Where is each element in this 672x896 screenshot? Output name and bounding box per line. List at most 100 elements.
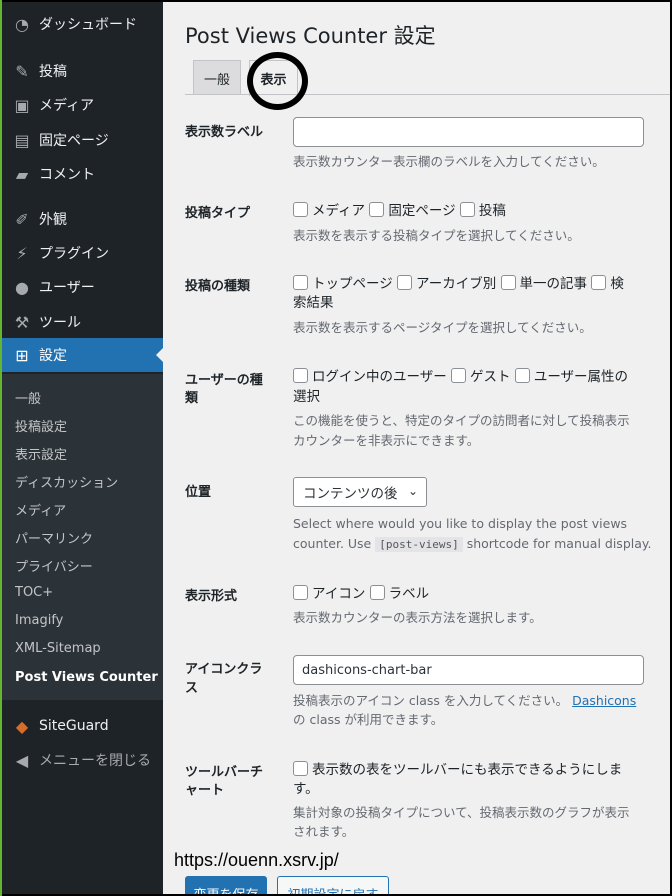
collapse-icon: ◀ [15,750,29,770]
checkbox[interactable] [500,275,516,290]
checkbox[interactable] [293,585,308,600]
option-label: トップページ [312,276,393,292]
submenu-privacy[interactable]: プライバシー [15,556,93,575]
admin-sidebar: ◔ ダッシュボード ✎ 投稿 ▣ メディア ▤ 固定ページ ▰ コメント ✐ 外観 ⚡ プラグ… [2,2,164,894]
menu-label: プラグイン [39,246,109,262]
icon-class-desc-2: の class が利用できます。 [293,712,444,727]
menu-users[interactable]: ● ユーザー [2,270,163,304]
menu-dashboard[interactable]: ◔ ダッシュボード [2,7,163,41]
menu-label: 外観 [39,212,67,228]
icon-class-input[interactable]: dashicons-chart-bar [293,655,644,685]
siteguard-icon: ◆ [15,716,29,736]
chevron-down-icon: ⌄ [407,484,418,498]
checkbox[interactable] [369,585,385,600]
menu-pages[interactable]: ▤ 固定ページ [2,123,163,157]
menu-label: 投稿 [39,64,67,80]
settings-icon: ⊞ [15,345,29,365]
submenu-discussion[interactable]: ディスカッション [15,472,118,491]
toolbar-label-2: ャート [185,783,225,798]
page-icon: ▤ [14,130,30,150]
toolbar-label-1: ツールバーチ [185,765,264,780]
submenu-permalink[interactable]: パーマリンク [15,528,93,547]
submenu-writing[interactable]: 投稿設定 [15,416,67,435]
option-label: ゲスト [470,369,511,385]
post-types-desc: 表示数を表示する投稿タイプを選択してください。 [293,228,580,243]
icon-class-desc-1: 投稿表示のアイコン class を入力してください。 Dashicons [293,690,653,711]
user-type-label-2: 類 [185,391,199,406]
icon-class-label-2: ス [185,681,199,696]
menu-posts[interactable]: ✎ 投稿 [2,54,163,88]
menu-label: ダッシュボード [39,17,137,33]
tab-display[interactable]: 表示 [249,60,298,96]
toolbar-option-cont: す。 [293,781,319,797]
menu-siteguard[interactable]: ◆ SiteGuard [2,709,163,743]
checkbox[interactable] [293,202,308,217]
tab-general[interactable]: 一般 [193,60,241,95]
menu-media[interactable]: ▣ メディア [2,88,163,122]
menu-label: 固定ページ [39,133,109,149]
submenu-toc[interactable]: TOC+ [15,585,53,600]
submenu-general[interactable]: 一般 [15,388,41,407]
toolbar-desc-2: されます。 [293,824,355,839]
menu-label: メニューを閉じる [39,753,151,769]
submenu-imagify[interactable]: Imagify [15,613,63,628]
submenu-reading[interactable]: 表示設定 [15,444,67,463]
option-label: 単一の記事 [519,276,588,292]
tabs-divider [185,94,671,95]
menu-settings[interactable]: ⊞ 設定 [2,338,164,372]
position-label: 位置 [185,485,212,500]
page-types-desc: 表示数を表示するページタイプを選択してください。 [293,320,592,335]
checkbox[interactable] [293,761,308,776]
label-field-label: 表示数ラベル [185,125,264,140]
post-types-options: メディア 固定ページ 投稿 [293,201,653,221]
option-label: アイコン [312,586,366,602]
submenu-media[interactable]: メディア [15,500,66,519]
settings-submenu: 一般 投稿設定 表示設定 ディスカッション メディア パーマリンク プライバシー… [2,374,163,700]
checkbox[interactable] [369,202,385,217]
menu-appearance[interactable]: ✐ 外観 [2,202,163,236]
display-style-options: アイコン ラベル [293,584,653,604]
desc-text: counter. Use [293,536,372,551]
position-desc-2: counter. Use [post-views] shortcode for … [293,533,653,555]
submenu-post-views-counter[interactable]: Post Views Counter [15,670,158,685]
desc-text: shortcode for manual display. [466,536,652,551]
checkbox[interactable] [514,368,530,383]
menu-label: ユーザー [39,280,95,296]
page-title: Post Views Counter 設定 [185,24,436,48]
pin-icon: ✎ [15,61,29,81]
dashicons-link[interactable]: Dashicons [572,693,636,708]
dashboard-icon: ◔ [15,14,29,34]
submenu-xml-sitemap[interactable]: XML-Sitemap [15,641,101,656]
page-types-options: トップページ アーカイブ別 単一の記事 検 [293,274,653,294]
appearance-icon: ✐ [15,209,29,229]
option-label: ラベル [388,586,430,602]
menu-label: コメント [39,167,95,183]
user-type-label-1: ユーザーの種 [185,373,263,388]
checkbox[interactable] [293,368,308,383]
menu-comments[interactable]: ▰ コメント [2,157,163,191]
toolbar-desc-1: 集計対象の投稿タイプについて、投稿表示数のグラフが表示 [293,805,630,820]
option-label: アーカイブ別 [416,276,497,292]
checkbox[interactable] [397,275,413,290]
option-label: ユーザー属性の [533,369,629,385]
media-icon: ▣ [14,95,30,115]
user-type-options: ログイン中のユーザー ゲスト ユーザー属性の [293,367,653,387]
checkbox[interactable] [459,202,475,217]
post-types-label: 投稿タイプ [185,206,251,221]
position-select[interactable]: コンテンツの後 ⌄ [293,477,427,507]
option-label: ログイン中のユーザー [312,369,447,385]
collapse-menu[interactable]: ◀ メニューを閉じる [2,743,163,777]
label-input[interactable] [293,117,644,147]
option-label: 投稿 [478,203,506,219]
menu-tools[interactable]: ⚒ ツール [2,305,163,339]
icon-class-label-1: アイコンクラ [185,662,263,677]
select-value: コンテンツの後 [303,486,398,502]
menu-plugins[interactable]: ⚡ プラグイン [2,236,163,270]
menu-label: ツール [39,315,81,331]
checkbox[interactable] [451,368,467,383]
save-button[interactable]: 変更を保存 [185,876,267,896]
checkbox[interactable] [293,275,308,290]
frame-accent [0,0,2,896]
checkbox[interactable] [591,275,607,290]
reset-button[interactable]: 初期設定に戻す [277,876,389,896]
